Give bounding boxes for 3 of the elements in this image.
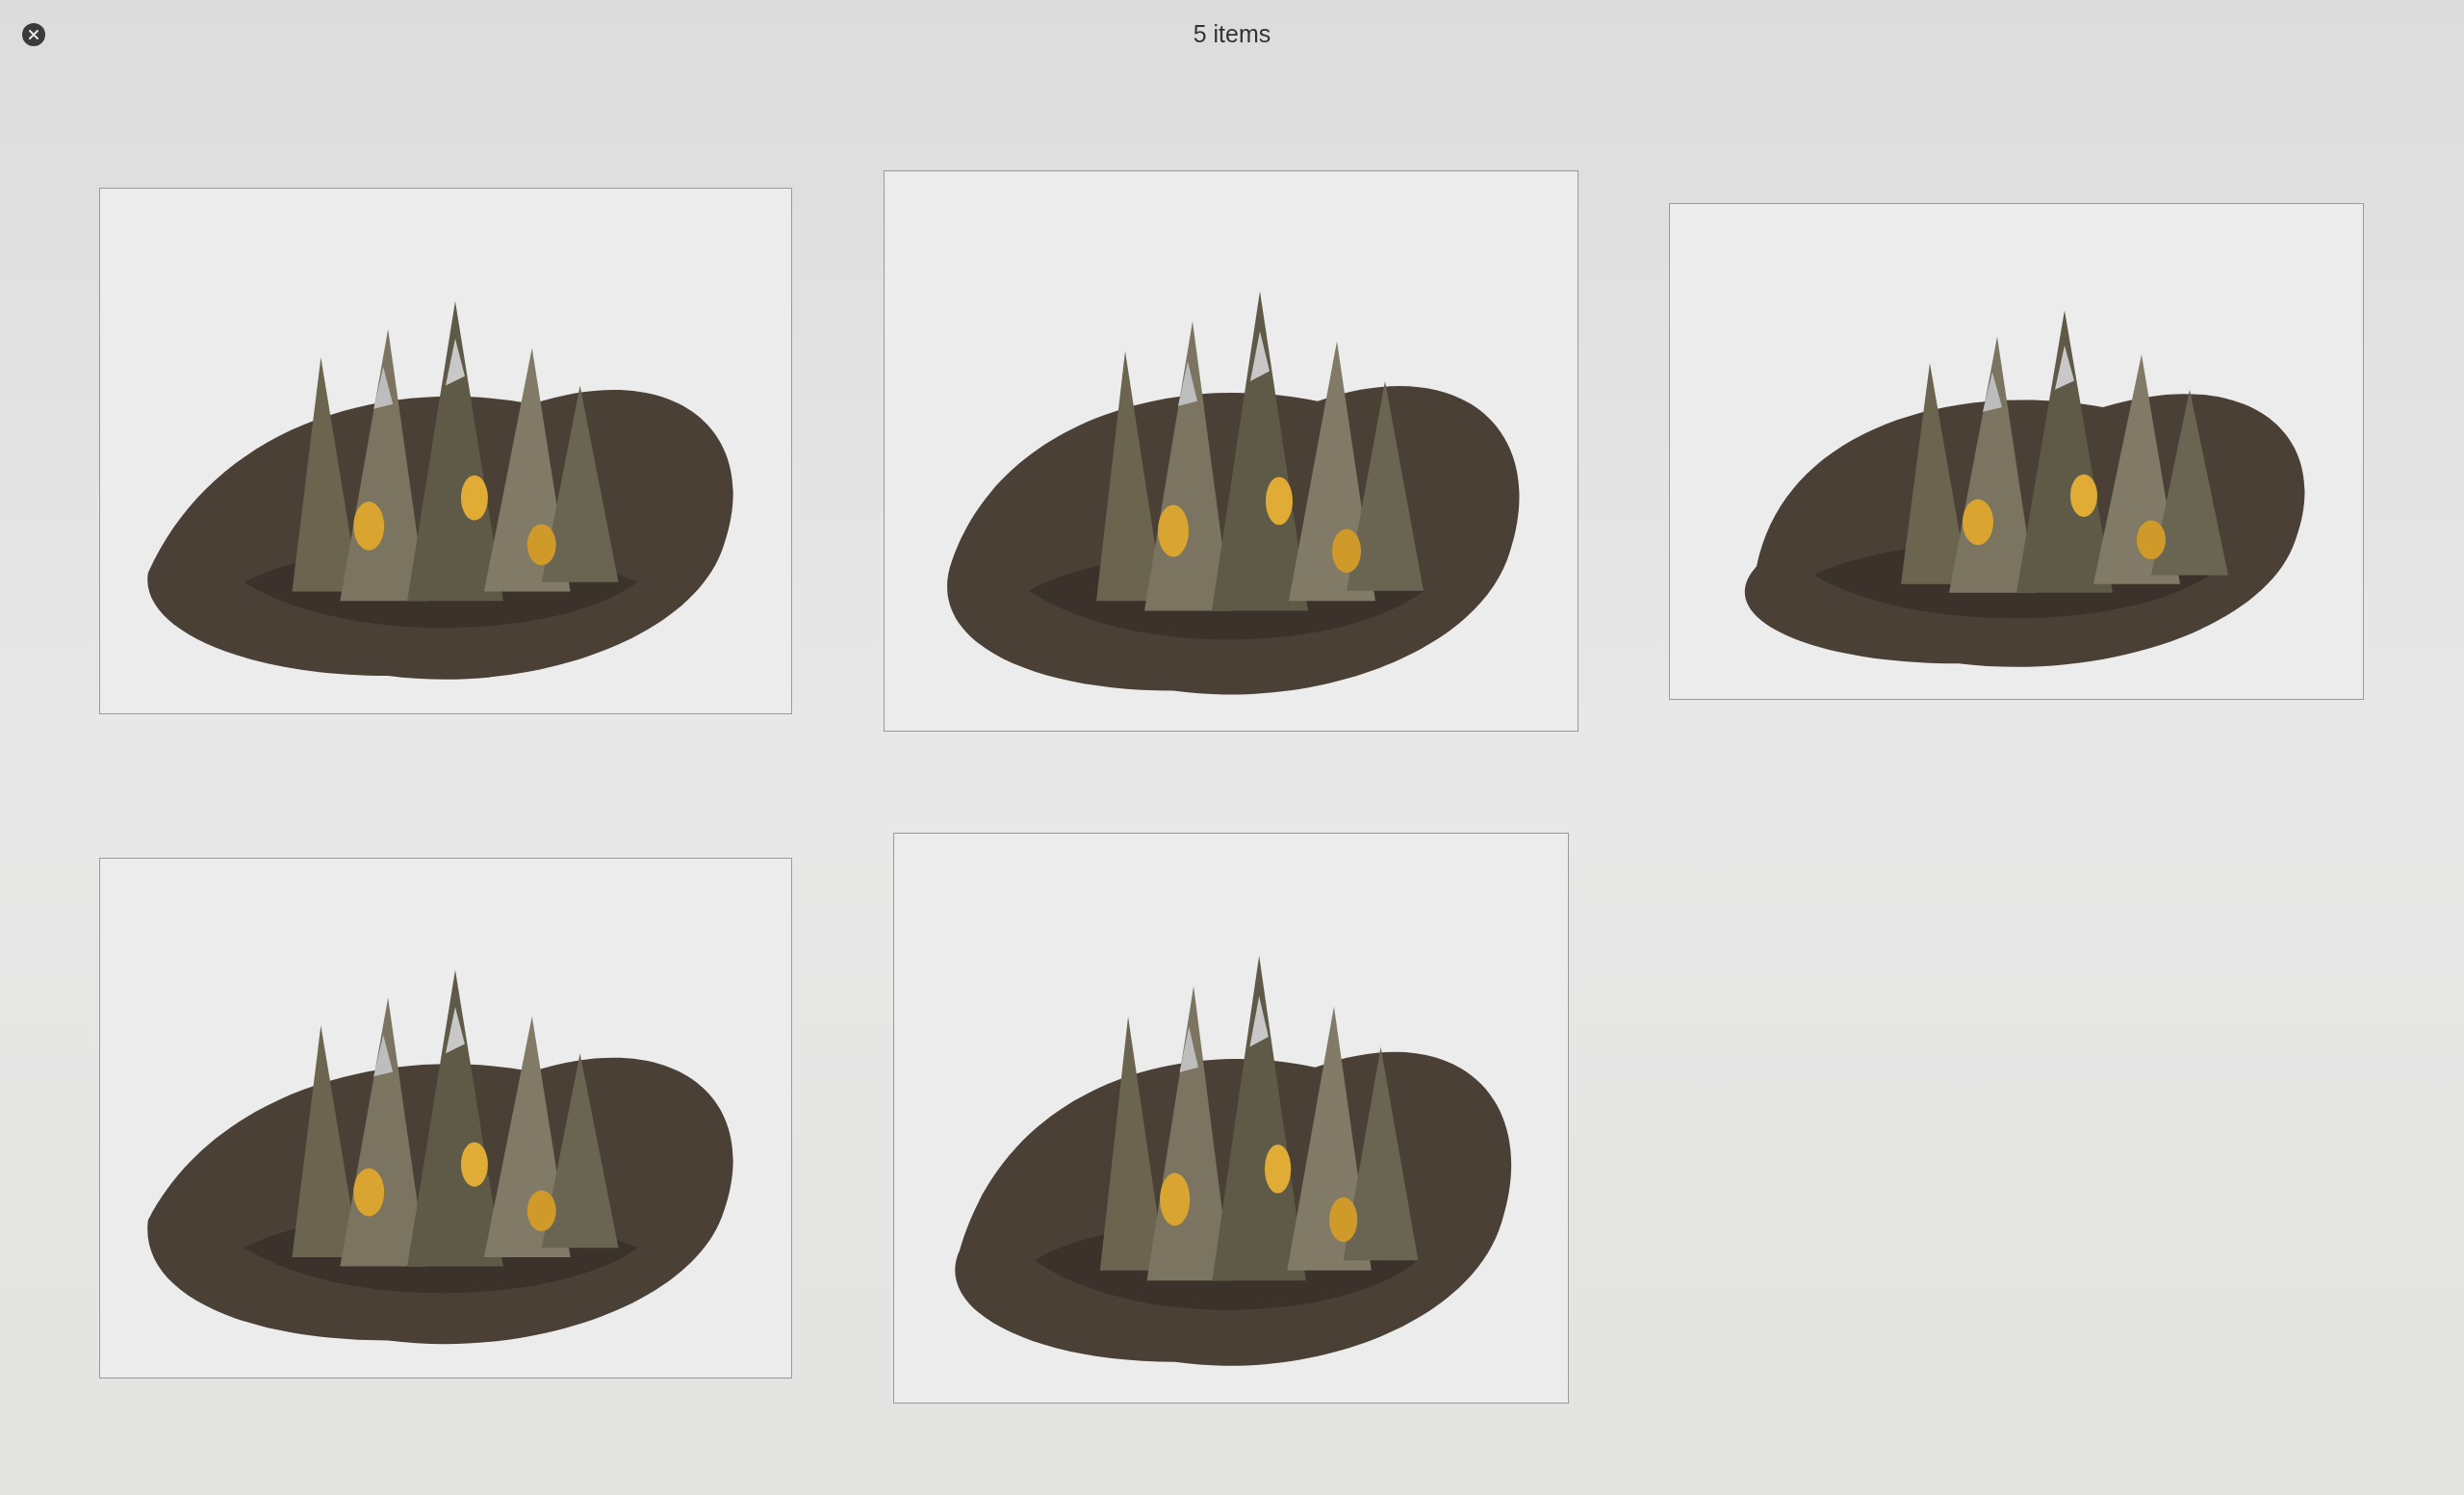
close-button[interactable]	[22, 23, 45, 46]
window-title: 5 items	[1193, 19, 1271, 50]
close-icon	[28, 29, 39, 40]
